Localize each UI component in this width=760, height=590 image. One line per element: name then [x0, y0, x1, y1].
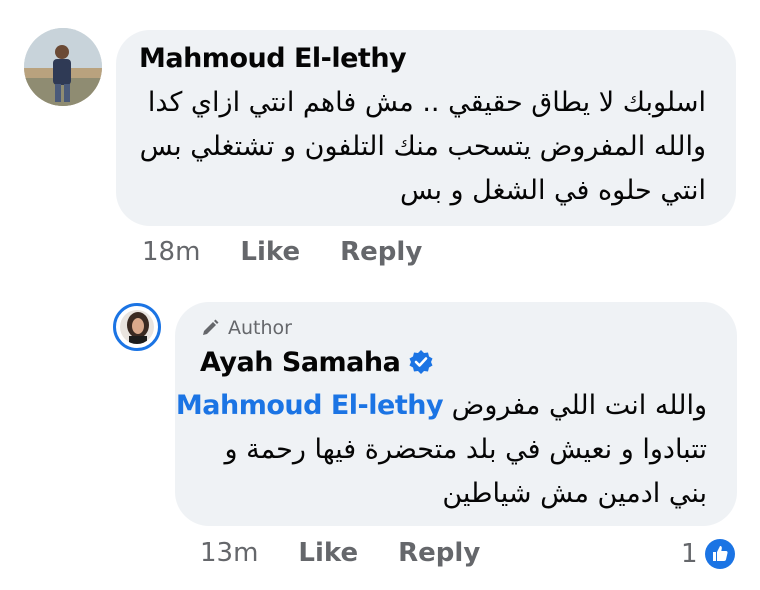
pen-icon — [203, 319, 219, 335]
thumbs-up-icon — [704, 539, 735, 569]
verified-badge-icon — [409, 349, 433, 374]
reply-bubble: Author Ayah Samaha والله انت اللي مفروض … — [175, 302, 737, 526]
reply-author-name[interactable]: Ayah Samaha — [200, 347, 434, 378]
comment-text-line: انتي حلوه في الشغل و بس — [400, 175, 706, 206]
mention-link[interactable]: Mahmoud El-lethy — [176, 390, 444, 421]
avatar-photo — [24, 28, 102, 106]
reply-author-avatar[interactable] — [113, 303, 161, 351]
comment-actions: 18m Like Reply — [142, 237, 422, 267]
like-button[interactable]: Like — [240, 237, 300, 267]
reply-actions: 13m Like Reply — [200, 538, 480, 568]
commenter-avatar[interactable] — [24, 28, 102, 106]
reply-text-line: والله انت اللي مفروض Mahmoud El-lethy — [176, 390, 707, 421]
reaction-summary[interactable]: 1 — [681, 538, 736, 570]
reply-timestamp[interactable]: 13m — [200, 538, 258, 568]
comment-text-line: اسلوبك لا يطاق حقيقي .. مش فاهم انتي ازا… — [147, 87, 706, 118]
comment-bubble: Mahmoud El-lethy اسلوبك لا يطاق حقيقي ..… — [116, 30, 736, 226]
reply-text-line: بني ادمين مش شياطين — [442, 478, 707, 509]
reply-button[interactable]: Reply — [340, 237, 422, 267]
comment-author-name[interactable]: Mahmoud El-lethy — [139, 43, 407, 74]
avatar-photo — [120, 310, 154, 344]
author-badge-label: Author — [228, 317, 292, 339]
reply-author-name-text: Ayah Samaha — [200, 347, 401, 378]
reply-text-line-1: والله انت اللي مفروض — [451, 390, 707, 421]
comment-text-line: والله المفروض يتسحب منك التلفون و تشتغلي… — [139, 131, 706, 162]
reaction-count: 1 — [681, 539, 698, 569]
author-badge: Author — [200, 317, 292, 339]
like-button[interactable]: Like — [298, 538, 358, 568]
reply-button[interactable]: Reply — [398, 538, 480, 568]
comment-timestamp[interactable]: 18m — [142, 237, 200, 267]
reply-text-line: تتبادوا و نعيش في بلد متحضرة فيها رحمة و — [224, 434, 707, 465]
